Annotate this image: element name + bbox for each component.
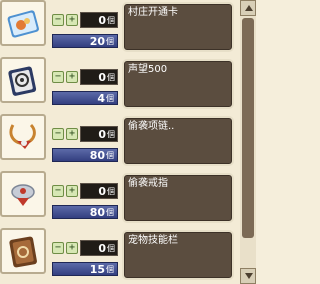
quantity-field[interactable]: 0個 <box>80 183 118 199</box>
quantity-value: 0 <box>98 184 106 198</box>
list-item: − + 0個 4個 声望500 <box>0 57 240 113</box>
stock-count: 80 個 <box>52 205 118 219</box>
item-name: 偷袭戒指 <box>122 173 234 223</box>
quantity-stepper: − + 0個 <box>52 69 118 87</box>
increase-button[interactable]: + <box>66 242 78 254</box>
quantity-value: 0 <box>98 70 106 84</box>
reputation-book-icon <box>8 66 37 96</box>
quantity-unit: 個 <box>107 72 115 82</box>
item-name: 声望500 <box>122 59 234 109</box>
stock-value: 4 <box>97 91 105 105</box>
decrease-button[interactable]: − <box>52 185 64 197</box>
scroll-thumb[interactable] <box>242 18 254 238</box>
decrease-button[interactable]: − <box>52 128 64 140</box>
increase-button[interactable]: + <box>66 14 78 26</box>
pet-skill-book-icon <box>9 236 37 268</box>
quantity-field[interactable]: 0個 <box>80 240 118 256</box>
stock-unit: 個 <box>106 264 114 274</box>
item-slot[interactable] <box>0 114 46 160</box>
stock-unit: 個 <box>106 93 114 103</box>
decrease-button[interactable]: − <box>52 242 64 254</box>
quantity-stepper: − + 0個 <box>52 126 118 144</box>
quantity-unit: 個 <box>107 15 115 25</box>
quantity-value: 0 <box>98 127 106 141</box>
scrollbar[interactable] <box>240 0 256 284</box>
list-item: − + 0個 80 個 偷袭戒指 <box>0 171 240 227</box>
increase-button[interactable]: + <box>66 71 78 83</box>
item-list-panel: − + 0個 20 個 村庄开通卡 − + 0個 4 個 声望500 − + 0… <box>0 0 256 284</box>
decrease-button[interactable]: − <box>52 71 64 83</box>
stock-value: 15 <box>89 262 105 276</box>
quantity-field[interactable]: 0個 <box>80 69 118 85</box>
quantity-stepper: − + 0個 <box>52 240 118 258</box>
stock-count: 15 個 <box>52 262 118 276</box>
quantity-stepper: − + 0個 <box>52 12 118 30</box>
stock-count: 4個 <box>52 91 118 105</box>
item-name: 宠物技能栏 <box>122 230 234 280</box>
quantity-unit: 個 <box>107 243 115 253</box>
item-name: 偷袭项链.. <box>122 116 234 166</box>
stock-unit: 個 <box>106 207 114 217</box>
quantity-field[interactable]: 0個 <box>80 126 118 142</box>
list-item: − + 0個 80 個 偷袭项链.. <box>0 114 240 170</box>
sneak-ring-icon <box>11 184 35 206</box>
increase-button[interactable]: + <box>66 128 78 140</box>
stock-count: 80 個 <box>52 148 118 162</box>
stock-value: 20 <box>89 34 105 48</box>
stock-value: 80 <box>89 148 105 162</box>
scroll-down-button[interactable] <box>240 268 256 284</box>
stock-unit: 個 <box>106 36 114 46</box>
item-name: 村庄开通卡 <box>122 2 234 52</box>
stock-count: 20 個 <box>52 34 118 48</box>
item-slot[interactable] <box>0 228 46 274</box>
scroll-up-button[interactable] <box>240 0 256 16</box>
sneak-necklace-icon <box>9 123 36 149</box>
quantity-stepper: − + 0個 <box>52 183 118 201</box>
quantity-unit: 個 <box>107 129 115 139</box>
item-slot[interactable] <box>0 171 46 217</box>
item-slot[interactable] <box>0 0 46 46</box>
quantity-unit: 個 <box>107 186 115 196</box>
list-item: − + 0個 20 個 村庄开通卡 <box>0 0 240 56</box>
decrease-button[interactable]: − <box>52 14 64 26</box>
list-item: − + 0個 15 個 宠物技能栏 <box>0 228 240 284</box>
quantity-value: 0 <box>98 13 106 27</box>
village-card-icon <box>7 10 39 38</box>
item-slot[interactable] <box>0 57 46 103</box>
stock-unit: 個 <box>106 150 114 160</box>
quantity-field[interactable]: 0個 <box>80 12 118 28</box>
quantity-value: 0 <box>98 241 106 255</box>
increase-button[interactable]: + <box>66 185 78 197</box>
stock-value: 80 <box>89 205 105 219</box>
